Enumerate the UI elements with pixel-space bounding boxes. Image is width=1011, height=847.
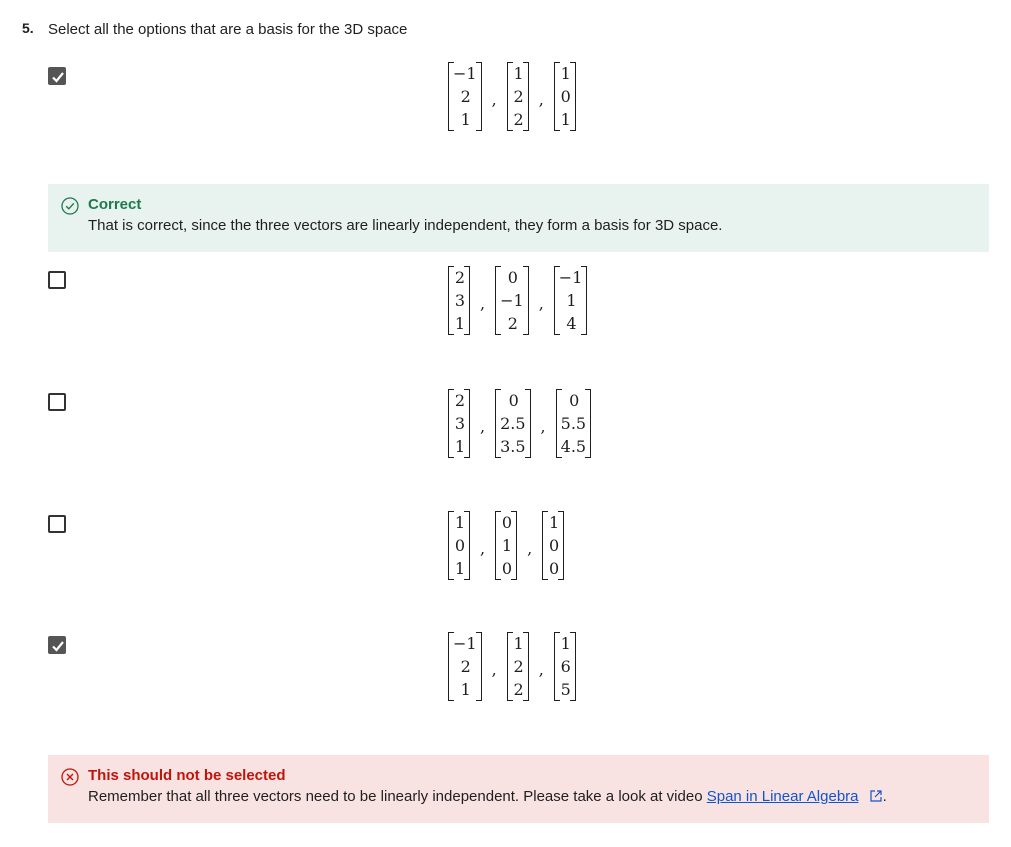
- vector-entry: 2: [513, 87, 524, 106]
- vector-entry: 0: [454, 536, 465, 555]
- vector-entry: 2: [513, 680, 524, 699]
- vector-entry: 1: [513, 64, 524, 83]
- vector-entry: 1: [560, 634, 571, 653]
- vector-entry: 0: [549, 536, 560, 555]
- vector-entry: −1: [453, 64, 477, 83]
- vector-separator: ,: [540, 417, 546, 436]
- option-4-checkbox[interactable]: [48, 515, 66, 533]
- option-3-checkbox[interactable]: [48, 393, 66, 411]
- feedback-correct-title: Correct: [88, 196, 142, 213]
- vector-entry: 0: [560, 87, 571, 106]
- column-vector: 0 −1 2: [495, 266, 529, 335]
- vector-entry: 0: [549, 559, 560, 578]
- external-link-icon[interactable]: [869, 789, 883, 803]
- column-vector: 1 2 2: [506, 632, 529, 701]
- option-5-checkbox[interactable]: [48, 636, 66, 654]
- feedback-correct-body: That is correct, since the three vectors…: [88, 217, 723, 234]
- vector-entry: 4.5: [560, 437, 587, 456]
- column-vector: −1 2 1: [448, 62, 482, 131]
- vector-entry: 1: [513, 634, 524, 653]
- question-text: Select all the options that are a basis …: [48, 21, 408, 38]
- vector-separator: ,: [527, 539, 533, 558]
- column-vector: 2 3 1: [448, 389, 470, 458]
- feedback-wrong-end: .: [882, 788, 887, 805]
- feedback-wrong-title: This should not be selected: [88, 767, 286, 784]
- vector-separator: ,: [480, 294, 486, 313]
- vector-entry: 2: [454, 391, 465, 410]
- vector-entry: 2: [460, 87, 471, 106]
- vector-entry: 5: [560, 680, 571, 699]
- vector-separator: ,: [480, 417, 486, 436]
- column-vector: 1 2 2: [506, 62, 529, 131]
- question-number: 5.: [22, 20, 34, 36]
- vector-entry: 5.5: [560, 414, 587, 433]
- vector-separator: ,: [538, 294, 544, 313]
- vector-entry: 2: [460, 657, 471, 676]
- vector-entry: 4: [566, 314, 577, 333]
- feedback-wrong-body: Remember that all three vectors need to …: [88, 788, 975, 805]
- column-vector: 1 0 0: [542, 511, 565, 580]
- vector-entry: 2: [454, 268, 465, 287]
- column-vector: 0 1 0: [495, 511, 518, 580]
- column-vector: 0 5.5 4.5: [555, 389, 592, 458]
- vector-entry: 1: [560, 64, 571, 83]
- vector-entry: 6: [560, 657, 571, 676]
- column-vector: 1 0 1: [553, 62, 576, 131]
- vector-entry: 1: [454, 314, 465, 333]
- option-1-vectors: −1 2 1, 1 2 2, 1 0 1: [448, 62, 576, 131]
- vector-entry: 3: [454, 414, 465, 433]
- option-1-checkbox[interactable]: [48, 67, 66, 85]
- vector-entry: −1: [500, 291, 524, 310]
- column-vector: 2 3 1: [448, 266, 470, 335]
- vector-entry: −1: [558, 268, 583, 287]
- x-circle-icon: [61, 768, 79, 786]
- checkmark-icon: [52, 641, 64, 652]
- vector-separator: ,: [538, 90, 544, 109]
- feedback-wrong-text: Remember that all three vectors need to …: [88, 788, 703, 805]
- vector-separator: ,: [491, 90, 497, 109]
- vector-entry: 1: [460, 680, 471, 699]
- vector-separator: ,: [491, 660, 497, 679]
- vector-entry: 1: [454, 559, 465, 578]
- feedback-wrong: This should not be selected Remember tha…: [48, 755, 989, 823]
- checkmark-icon: [52, 72, 64, 83]
- vector-entry: 0: [501, 513, 513, 532]
- option-5-vectors: −1 2 1, 1 2 2, 1 6 5: [448, 632, 576, 701]
- vector-entry: 1: [501, 536, 513, 555]
- option-2-checkbox[interactable]: [48, 271, 66, 289]
- vector-separator: ,: [538, 660, 544, 679]
- vector-separator: ,: [480, 539, 486, 558]
- column-vector: −1 2 1: [448, 632, 482, 701]
- option-3-vectors: 2 3 1, 0 2.5 3.5, 0 5.5 4.5: [448, 389, 592, 458]
- column-vector: 1 0 1: [448, 511, 470, 580]
- option-4-vectors: 1 0 1, 0 1 0, 1 0 0: [448, 511, 565, 580]
- vector-entry: 2.5: [500, 414, 526, 433]
- vector-entry: 2: [513, 110, 524, 129]
- column-vector: 0 2.5 3.5: [495, 389, 532, 458]
- vector-entry: 1: [560, 110, 571, 129]
- option-2-vectors: 2 3 1, 0 −1 2, −1 1 4: [448, 266, 587, 335]
- vector-entry: 1: [454, 437, 465, 456]
- vector-entry: 0: [508, 391, 519, 410]
- column-vector: −1 1 4: [553, 266, 588, 335]
- vector-entry: 1: [549, 513, 560, 532]
- vector-entry: 1: [454, 513, 465, 532]
- video-link[interactable]: Span in Linear Algebra: [707, 788, 859, 805]
- column-vector: 1 6 5: [553, 632, 576, 701]
- vector-entry: −1: [453, 634, 477, 653]
- vector-entry: 2: [513, 657, 524, 676]
- vector-entry: 0: [569, 391, 580, 410]
- vector-entry: 1: [566, 291, 577, 310]
- vector-entry: 3: [454, 291, 465, 310]
- feedback-correct: Correct That is correct, since the three…: [48, 184, 989, 252]
- vector-entry: 3.5: [500, 437, 526, 456]
- vector-entry: 1: [460, 110, 471, 129]
- vector-entry: 2: [507, 314, 518, 333]
- vector-entry: 0: [507, 268, 518, 287]
- vector-entry: 0: [501, 559, 513, 578]
- check-circle-icon: [61, 197, 79, 215]
